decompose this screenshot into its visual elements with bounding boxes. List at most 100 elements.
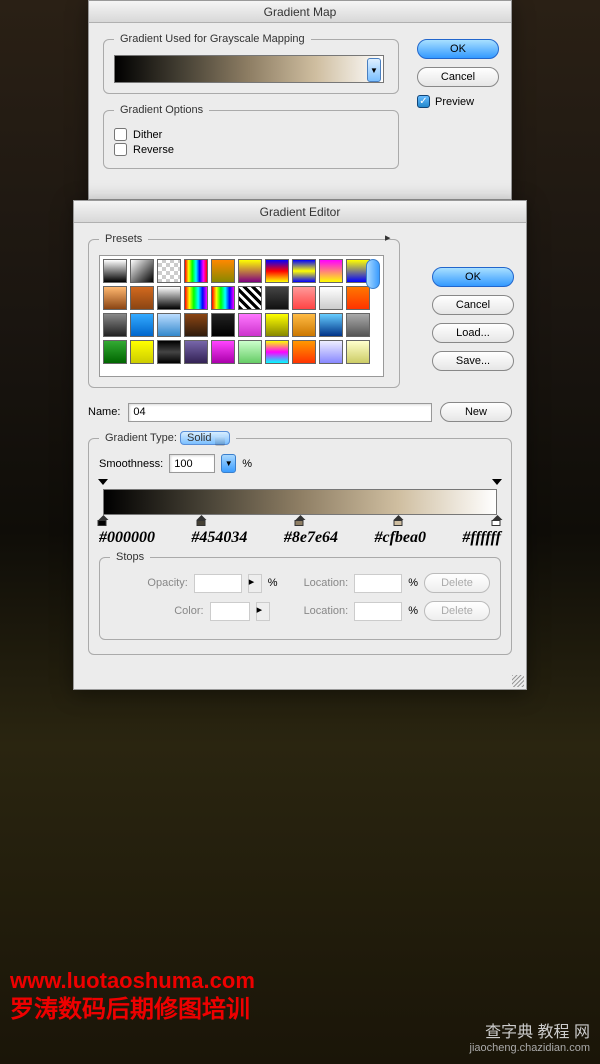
- preset-swatch[interactable]: [238, 259, 262, 283]
- color-stop[interactable]: [295, 515, 306, 526]
- preset-swatch[interactable]: [238, 286, 262, 310]
- presets-fieldset: Presets ▸: [88, 233, 400, 388]
- opacity-input: [194, 574, 242, 593]
- gradient-type-fieldset: Gradient Type: Solid Smoothness: ▼ % #00…: [88, 432, 512, 655]
- preset-swatch[interactable]: [319, 340, 343, 364]
- delete-opacity-stop-button: Delete: [424, 573, 490, 593]
- gradient-bar[interactable]: [103, 489, 497, 515]
- presets-scrollbar[interactable]: [366, 259, 380, 353]
- preset-swatch[interactable]: [211, 340, 235, 364]
- preset-swatch[interactable]: [130, 259, 154, 283]
- opacity-stop[interactable]: [492, 479, 502, 489]
- preset-swatch[interactable]: [292, 340, 316, 364]
- opacity-stop[interactable]: [98, 479, 108, 489]
- gradient-used-fieldset: Gradient Used for Grayscale Mapping ▼: [103, 33, 399, 94]
- color-stop[interactable]: [393, 515, 404, 526]
- name-input[interactable]: [128, 403, 432, 422]
- smoothness-dropdown[interactable]: ▼: [221, 454, 236, 473]
- new-button[interactable]: New: [440, 402, 512, 422]
- preset-swatch[interactable]: [319, 313, 343, 337]
- percent-label: %: [242, 458, 252, 470]
- preset-swatch[interactable]: [292, 313, 316, 337]
- stop-hex-label: #8e7e64: [284, 529, 338, 547]
- scroll-thumb[interactable]: [366, 259, 380, 289]
- gradient-bar-container: [103, 489, 497, 515]
- percent-label: %: [408, 605, 418, 617]
- opacity-location-input: [354, 574, 402, 593]
- dither-label: Dither: [133, 129, 162, 141]
- stop-hex-label: #454034: [191, 529, 247, 547]
- preset-swatch[interactable]: [319, 286, 343, 310]
- color-stop[interactable]: [492, 515, 503, 526]
- preset-swatch[interactable]: [130, 340, 154, 364]
- percent-label: %: [408, 577, 418, 589]
- preset-swatch[interactable]: [130, 286, 154, 310]
- color-stop[interactable]: [196, 515, 207, 526]
- gradient-map-title: Gradient Map: [89, 1, 511, 23]
- preset-swatch[interactable]: [211, 259, 235, 283]
- preset-swatch[interactable]: [103, 286, 127, 310]
- color-label: Color:: [174, 605, 203, 617]
- cancel-button[interactable]: Cancel: [417, 67, 499, 87]
- gradient-type-label: Gradient Type:: [105, 432, 177, 444]
- preset-swatch[interactable]: [184, 313, 208, 337]
- ok-button[interactable]: OK: [432, 267, 514, 287]
- preset-swatch[interactable]: [157, 340, 181, 364]
- reverse-checkbox[interactable]: [114, 143, 127, 156]
- preset-swatch[interactable]: [292, 286, 316, 310]
- stops-fieldset: Stops Opacity: ▸ % Location: % Delete Co…: [99, 551, 501, 640]
- presets-flyout-icon[interactable]: ▸: [385, 231, 401, 243]
- preset-swatch[interactable]: [157, 313, 181, 337]
- preset-swatch[interactable]: [103, 313, 127, 337]
- gradient-editor-title: Gradient Editor: [74, 201, 526, 223]
- preset-swatch[interactable]: [238, 340, 262, 364]
- preset-swatch[interactable]: [265, 286, 289, 310]
- preset-swatch[interactable]: [184, 286, 208, 310]
- preset-swatch[interactable]: [211, 286, 235, 310]
- preset-swatch[interactable]: [184, 259, 208, 283]
- preset-swatch[interactable]: [265, 340, 289, 364]
- dither-checkbox[interactable]: [114, 128, 127, 141]
- gradient-options-fieldset: Gradient Options Dither Reverse: [103, 104, 399, 169]
- stop-hex-label: #cfbea0: [374, 529, 426, 547]
- gradient-type-select[interactable]: Solid: [180, 431, 230, 445]
- preset-swatch[interactable]: [103, 259, 127, 283]
- smoothness-input[interactable]: [169, 454, 215, 473]
- resize-grip-icon[interactable]: [512, 675, 524, 687]
- gradient-type-legend: Gradient Type: Solid: [99, 432, 236, 444]
- color-swatch: [210, 602, 250, 621]
- smoothness-label: Smoothness:: [99, 458, 163, 470]
- preset-swatch[interactable]: [157, 286, 181, 310]
- preset-swatch[interactable]: [319, 259, 343, 283]
- preview-checkbox[interactable]: ✓: [417, 95, 430, 108]
- preset-swatch[interactable]: [265, 259, 289, 283]
- reverse-label: Reverse: [133, 144, 174, 156]
- location-label: Location:: [304, 605, 349, 617]
- gradient-preview-dropdown[interactable]: ▼: [367, 58, 381, 82]
- preset-swatch[interactable]: [292, 259, 316, 283]
- stops-legend: Stops: [110, 551, 150, 563]
- preset-swatch[interactable]: [211, 313, 235, 337]
- gradient-map-preview[interactable]: ▼: [114, 55, 384, 83]
- color-location-input: [354, 602, 402, 621]
- cancel-button[interactable]: Cancel: [432, 295, 514, 315]
- save-button[interactable]: Save...: [432, 351, 514, 371]
- opacity-label: Opacity:: [147, 577, 187, 589]
- watermark-brand-text: 查字典 教程 网: [470, 1018, 590, 1042]
- ok-button[interactable]: OK: [417, 39, 499, 59]
- preset-swatch[interactable]: [238, 313, 262, 337]
- preview-label: Preview: [435, 96, 474, 108]
- preset-swatch[interactable]: [157, 259, 181, 283]
- color-stop[interactable]: [98, 515, 109, 526]
- percent-label: %: [268, 577, 278, 589]
- preset-swatch[interactable]: [130, 313, 154, 337]
- preset-swatch[interactable]: [184, 340, 208, 364]
- preset-swatch[interactable]: [103, 340, 127, 364]
- load-button[interactable]: Load...: [432, 323, 514, 343]
- gradient-used-legend: Gradient Used for Grayscale Mapping: [114, 33, 311, 45]
- watermark-cn: 罗涛数码后期修图培训: [10, 989, 250, 1024]
- name-label: Name:: [88, 406, 120, 418]
- presets-legend: Presets: [99, 233, 148, 245]
- stop-hex-label: #000000: [99, 529, 155, 547]
- preset-swatch[interactable]: [265, 313, 289, 337]
